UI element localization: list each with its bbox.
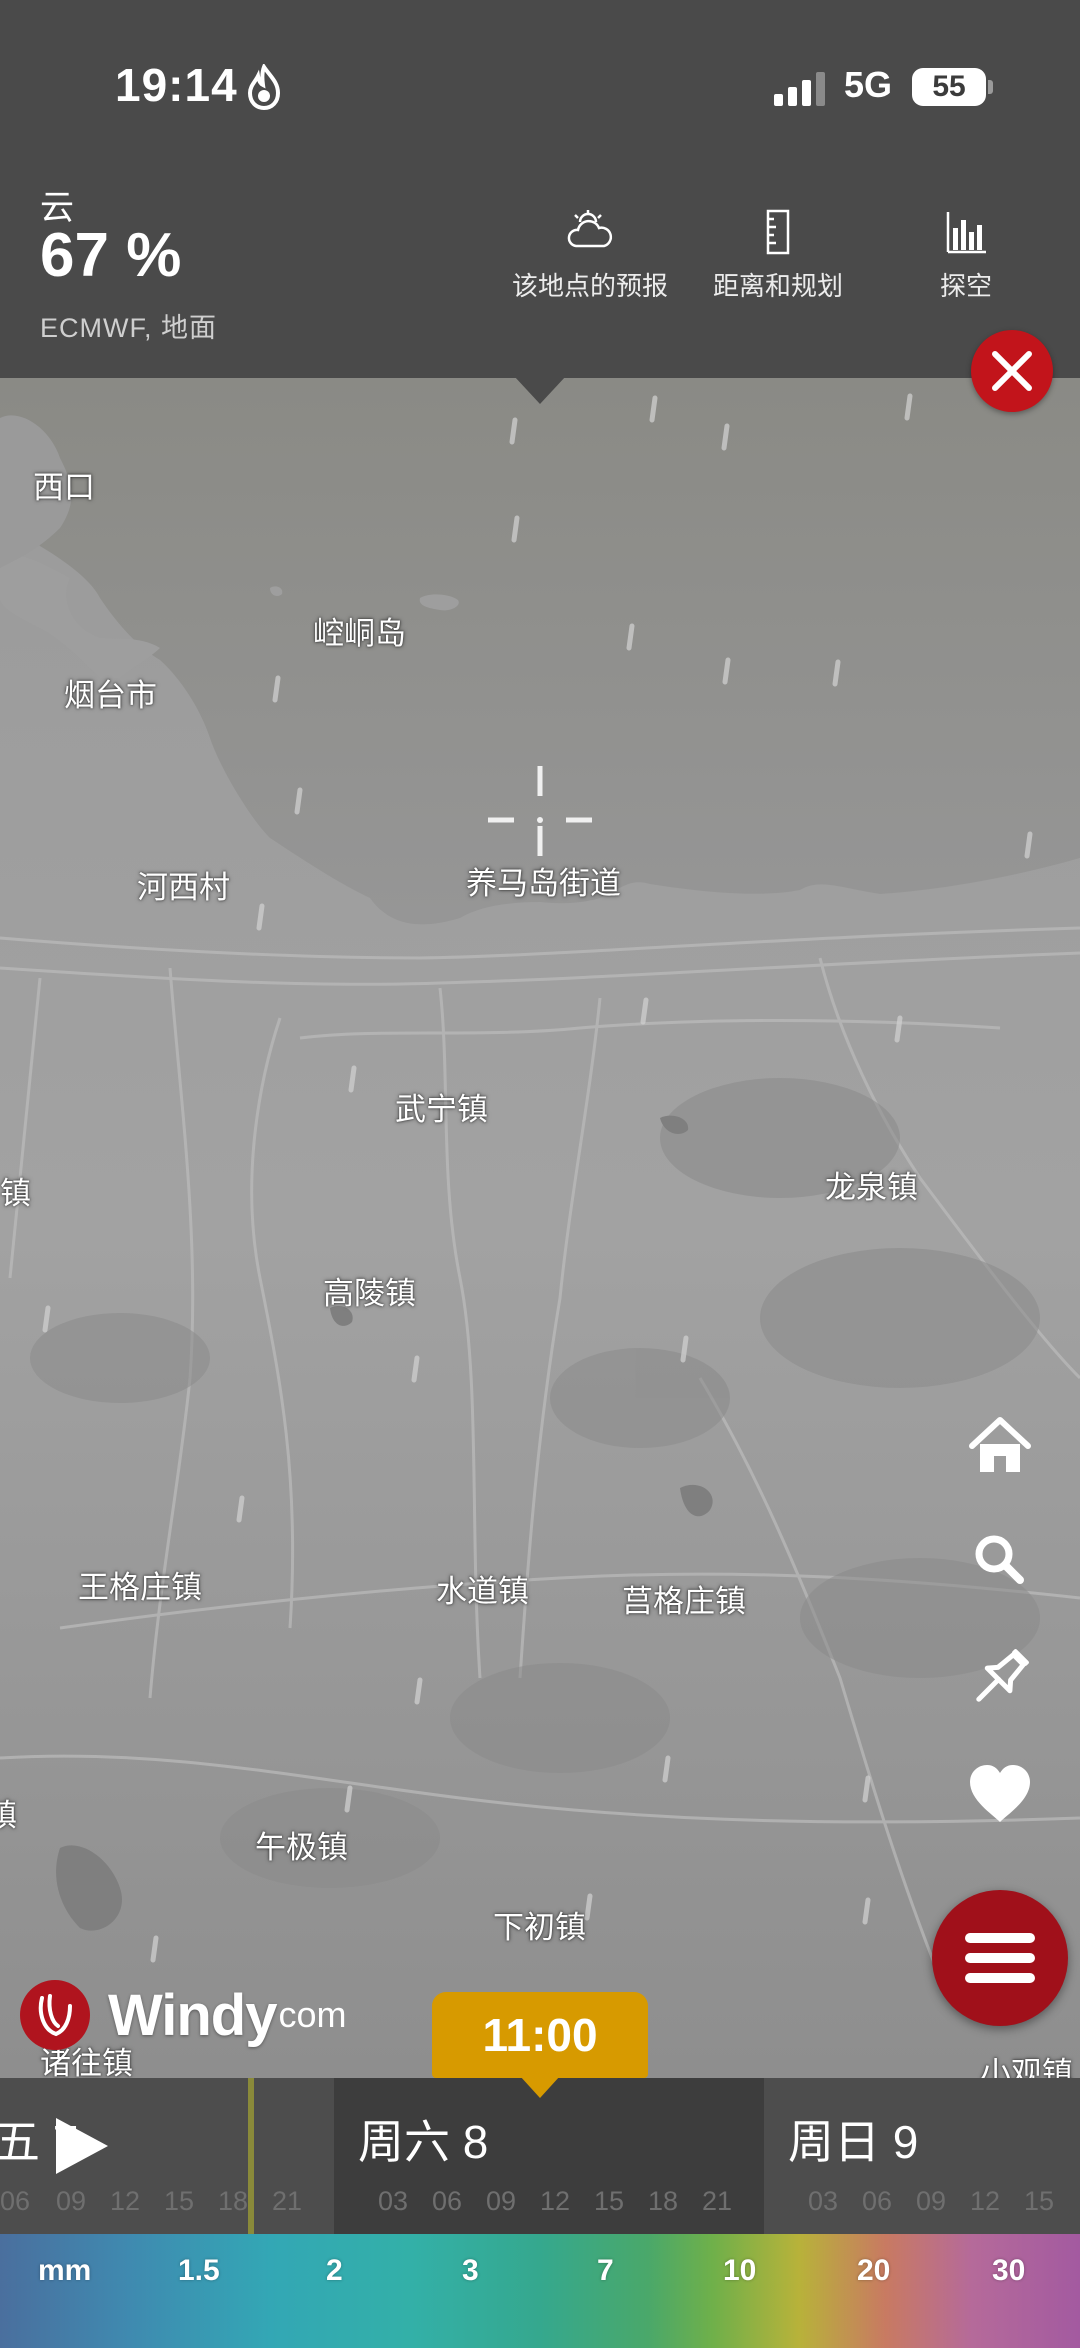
windy-logo-icon: [20, 1980, 90, 2050]
place-label: 镇: [0, 1798, 17, 1833]
legend-value: 1.5: [178, 2254, 220, 2287]
battery-cap: [988, 80, 993, 94]
battery-level: 55: [912, 68, 986, 106]
hour-label: 06: [432, 2186, 463, 2216]
main-menu-button[interactable]: [932, 1890, 1068, 2026]
hour-label: 09: [56, 2186, 87, 2216]
hour-label: 03: [378, 2186, 409, 2216]
legend-value: 10: [723, 2254, 757, 2287]
top-info-bar: 19:14 5G 55 云 67 % ECMWF, 地面 该地点的预报 距离和规…: [0, 0, 1080, 378]
day-sunday[interactable]: 周日 9 03 06 09 12 15: [764, 2078, 1080, 2234]
pin-icon: [976, 1649, 1029, 1702]
legend-value: 7: [597, 2254, 614, 2287]
favorites-button[interactable]: [962, 1756, 1038, 1832]
place-label: 下初镇: [493, 1910, 586, 1945]
distance-label: 距离和规划: [712, 271, 843, 301]
weather-map[interactable]: 西口 崆峒岛 烟台市 河西村 养马岛街道 武宁镇 镇 龙泉镇 高陵镇 王格庄镇 …: [0, 378, 1080, 2078]
hour-label: 12: [110, 2186, 141, 2216]
sounding-button[interactable]: 探空: [866, 208, 1066, 303]
search-icon: [975, 1535, 1024, 1584]
forecast-button[interactable]: 该地点的预报: [490, 208, 690, 303]
place-label: 崆峒岛: [313, 616, 406, 651]
pin-button[interactable]: [962, 1640, 1038, 1716]
place-label: 养马岛街道: [466, 866, 621, 901]
windy-logo: Windy com: [20, 1980, 346, 2050]
hour-label: 15: [594, 2186, 625, 2216]
day-saturday[interactable]: 周六 8 03 06 09 12 15 18 21: [334, 2078, 764, 2234]
layer-model: ECMWF, 地面: [40, 313, 217, 343]
hour-label: 18: [648, 2186, 679, 2216]
flame-icon: [247, 64, 281, 110]
legend-value: 20: [857, 2254, 891, 2287]
play-icon[interactable]: [52, 2114, 112, 2178]
hour-label: 12: [540, 2186, 571, 2216]
legend-value: 30: [992, 2254, 1026, 2287]
hour-label: 06: [862, 2186, 893, 2216]
search-button[interactable]: [962, 1522, 1038, 1598]
place-label: 王格庄镇: [78, 1570, 202, 1605]
heart-icon: [970, 1765, 1030, 1822]
timeline[interactable]: 五 7 06 09 12 15 18 21 周六 8 03 06 09 12 1…: [0, 2078, 1080, 2234]
signal-icon: [774, 72, 825, 106]
day-label: 周六 8: [358, 2116, 489, 2168]
now-indicator: [248, 2078, 254, 2234]
place-label: 镇: [0, 1176, 31, 1211]
hour-label: 15: [164, 2186, 195, 2216]
hour-label: 03: [808, 2186, 839, 2216]
layer-value: 67 %: [40, 221, 182, 290]
place-label: 武宁镇: [395, 1092, 488, 1127]
day-friday[interactable]: 五 7 06 09 12 15 18 21: [0, 2078, 334, 2234]
hour-label: 21: [272, 2186, 303, 2216]
brand-name: Windy: [108, 1982, 277, 2048]
hour-label: 09: [916, 2186, 947, 2216]
sounding-label: 探空: [939, 271, 992, 301]
brand-domain: com: [278, 1994, 347, 2035]
home-button[interactable]: [962, 1408, 1038, 1484]
place-label: 西口: [33, 470, 95, 505]
day-label: 周日 9: [788, 2116, 919, 2168]
close-button[interactable]: [971, 330, 1053, 412]
legend-unit: mm: [38, 2254, 92, 2287]
bar-chart-icon: [946, 212, 986, 254]
color-legend[interactable]: mm 1.5 2 3 7 10 20 30: [0, 2234, 1080, 2348]
place-label: 龙泉镇: [825, 1170, 918, 1205]
legend-value: 3: [462, 2254, 479, 2287]
close-icon: [992, 351, 1032, 391]
place-label: 水道镇: [436, 1574, 529, 1609]
cloud-sun-icon: [567, 210, 613, 248]
ruler-icon: [766, 209, 790, 255]
map-base: [0, 378, 1080, 2078]
distance-button[interactable]: 距离和规划: [678, 208, 878, 303]
hour-label: 18: [218, 2186, 249, 2216]
network-type: 5G: [844, 64, 893, 105]
place-label: 烟台市: [64, 678, 157, 713]
place-label: 小观镇: [980, 2056, 1073, 2078]
time-badge-notch: [520, 2076, 560, 2098]
hamburger-icon: [965, 1933, 1035, 1983]
bar-pointer: [514, 376, 566, 404]
hour-label: 15: [1024, 2186, 1055, 2216]
status-time: 19:14: [115, 59, 238, 111]
current-time-badge[interactable]: 11:00: [432, 1992, 648, 2078]
hour-label: 09: [486, 2186, 517, 2216]
place-label: 莒格庄镇: [622, 1584, 746, 1619]
legend-value: 2: [326, 2254, 343, 2287]
forecast-label: 该地点的预报: [511, 271, 668, 301]
place-label: 高陵镇: [323, 1276, 416, 1311]
hour-label: 06: [0, 2186, 31, 2216]
hour-label: 12: [970, 2186, 1001, 2216]
hour-label: 21: [702, 2186, 733, 2216]
home-icon: [969, 1417, 1031, 1472]
place-label: 午极镇: [255, 1830, 348, 1865]
place-label: 河西村: [137, 870, 230, 905]
